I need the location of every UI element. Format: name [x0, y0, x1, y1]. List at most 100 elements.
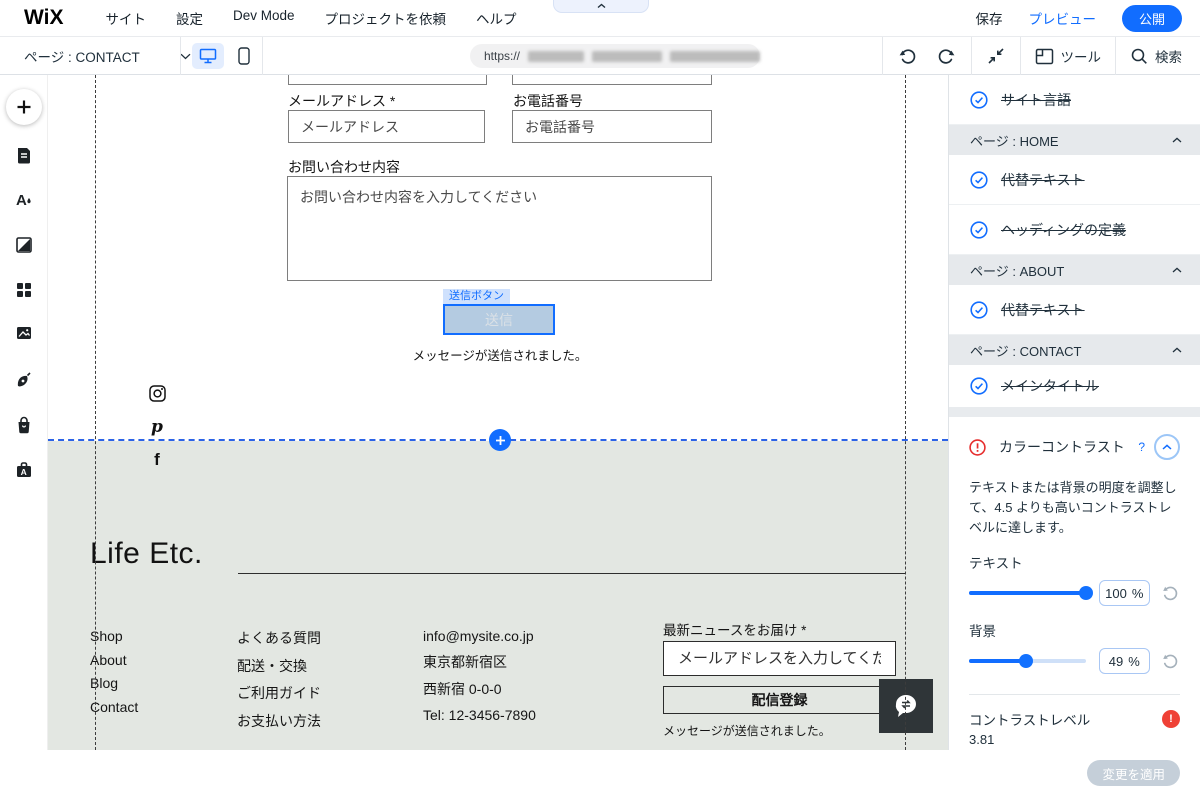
add-element-button[interactable]	[6, 89, 42, 125]
menu-settings[interactable]: 設定	[176, 8, 203, 28]
chevron-up-icon	[1162, 444, 1172, 450]
text-slider-knob[interactable]	[1079, 586, 1093, 600]
menu-hire-professional[interactable]: プロジェクトを依頼	[325, 8, 447, 28]
add-section-button[interactable]	[489, 429, 511, 451]
site-design-button[interactable]: A	[14, 190, 34, 210]
chevron-down-icon	[180, 53, 191, 60]
footer-link-shipping[interactable]: 配送・交換	[237, 656, 321, 676]
pages-menu-button[interactable]	[14, 145, 34, 165]
newsletter-email-input[interactable]	[663, 641, 896, 676]
chat-widget-button[interactable]	[879, 679, 933, 733]
email-field[interactable]	[288, 110, 485, 143]
collapse-topbar-tab[interactable]	[553, 0, 649, 13]
site-canvas: メールアドレス * お電話番号 お問い合わせ内容 送信ボタン 送信 メッセージが…	[48, 75, 948, 750]
pen-nib-icon	[14, 370, 34, 390]
store-button[interactable]	[14, 415, 34, 435]
redo-icon	[935, 45, 957, 67]
collapse-section-button[interactable]	[1154, 434, 1180, 460]
url-redacted-segment	[592, 51, 662, 62]
contrast-section-title: カラーコントラスト	[999, 437, 1138, 457]
background-brightness-slider[interactable]	[969, 654, 1086, 668]
check-item-alt-text-about[interactable]: 代替テキスト	[949, 285, 1200, 335]
desktop-view-toggle[interactable]	[192, 43, 224, 69]
background-slider-knob[interactable]	[1019, 654, 1033, 668]
menu-dev-mode[interactable]: Dev Mode	[233, 8, 295, 28]
check-item-alt-text-home[interactable]: 代替テキスト	[949, 155, 1200, 205]
layout-guide-right	[905, 75, 906, 750]
footer-email[interactable]: info@mysite.co.jp	[423, 628, 536, 644]
contrast-level-value: 3.81	[969, 732, 1180, 747]
facebook-icon[interactable]: f	[146, 449, 168, 471]
contrast-level-alert-icon: !	[1162, 710, 1180, 728]
footer-link-about[interactable]: About	[90, 652, 138, 668]
url-prefix: https://	[484, 49, 520, 63]
footer-address-line1: 東京都新宿区	[423, 652, 536, 672]
footer-link-faq[interactable]: よくある質問	[237, 628, 321, 648]
error-alert-icon	[969, 439, 986, 456]
background-button[interactable]	[14, 235, 34, 255]
footer-nav-column: Shop About Blog Contact	[90, 628, 138, 715]
mobile-view-toggle[interactable]	[232, 43, 256, 69]
tools-button[interactable]: ツール	[1021, 37, 1116, 75]
message-field[interactable]	[287, 176, 712, 281]
check-item-main-title[interactable]: メインタイトル	[949, 365, 1200, 407]
publish-button[interactable]: 公開	[1122, 5, 1182, 32]
zoom-out-mode-button[interactable]	[972, 37, 1020, 75]
footer-link-shop[interactable]: Shop	[90, 628, 138, 644]
tools-panel-icon	[1035, 48, 1054, 65]
page-icon	[14, 145, 34, 165]
briefcase-a-icon: A	[14, 460, 34, 480]
contrast-description: テキストまたは背景の明度を調整して、4.5 よりも高いコントラストレベルに達しま…	[969, 478, 1180, 538]
site-url-bar[interactable]: https://	[470, 44, 760, 68]
footer-link-guide[interactable]: ご利用ガイド	[237, 683, 321, 703]
check-item-site-language[interactable]: サイト言語	[949, 75, 1200, 125]
name-field-cropped[interactable]	[288, 75, 487, 85]
submit-button-selected[interactable]: 送信	[443, 304, 555, 335]
save-button[interactable]: 保存	[975, 8, 1002, 28]
text-slider-label: テキスト	[969, 552, 1180, 572]
help-link[interactable]: ?	[1138, 440, 1145, 454]
menu-site[interactable]: サイト	[105, 8, 146, 28]
contrast-divider	[969, 694, 1180, 695]
media-button[interactable]	[14, 323, 34, 343]
redo-button[interactable]	[927, 37, 971, 75]
pinterest-icon[interactable]: p	[146, 416, 168, 438]
footer-link-blog[interactable]: Blog	[90, 675, 138, 691]
apply-changes-button[interactable]: 変更を適用	[1087, 760, 1180, 786]
lastname-field-cropped[interactable]	[512, 75, 712, 85]
check-circle-icon	[970, 377, 988, 395]
preview-button[interactable]: プレビュー	[1028, 8, 1096, 28]
background-value-box[interactable]: 49%	[1099, 648, 1150, 674]
search-button[interactable]: 検索	[1116, 37, 1200, 75]
instagram-icon[interactable]	[146, 382, 168, 404]
phone-field[interactable]	[512, 110, 712, 143]
background-reset-button[interactable]	[1160, 651, 1180, 671]
section-header-page-contact[interactable]: ページ : CONTACT	[949, 335, 1200, 365]
my-business-button[interactable]: A	[14, 460, 34, 480]
check-circle-icon	[970, 301, 988, 319]
page-selector-dropdown[interactable]: ページ : CONTACT	[24, 37, 191, 75]
newsletter-subscribe-button[interactable]: 配信登録	[663, 686, 896, 714]
url-redacted-segment	[670, 51, 760, 62]
section-header-page-home[interactable]: ページ : HOME	[949, 125, 1200, 155]
section-header-page-about[interactable]: ページ : ABOUT	[949, 255, 1200, 285]
blog-button[interactable]	[14, 370, 34, 390]
footer-link-contact[interactable]: Contact	[90, 699, 138, 715]
text-reset-button[interactable]	[1160, 583, 1180, 603]
check-item-heading-definition[interactable]: ヘッディングの定義	[949, 205, 1200, 255]
reset-icon	[1160, 651, 1180, 671]
text-brightness-slider[interactable]	[969, 586, 1086, 600]
check-circle-icon	[970, 171, 988, 189]
undo-button[interactable]	[883, 37, 927, 75]
shopping-bag-icon	[14, 415, 34, 435]
footer-divider-line	[238, 573, 905, 574]
text-value-box[interactable]: 100%	[1099, 580, 1150, 606]
menu-help[interactable]: ヘルプ	[476, 8, 517, 28]
footer-link-payment[interactable]: お支払い方法	[237, 711, 321, 731]
footer-site-logo[interactable]: Life Etc.	[90, 537, 203, 571]
toolbar-divider	[180, 37, 181, 75]
plus-icon	[16, 99, 32, 115]
app-market-button[interactable]	[14, 280, 34, 300]
layout-guide-left	[95, 75, 96, 750]
contrast-level-label: コントラストレベル	[969, 709, 1090, 729]
